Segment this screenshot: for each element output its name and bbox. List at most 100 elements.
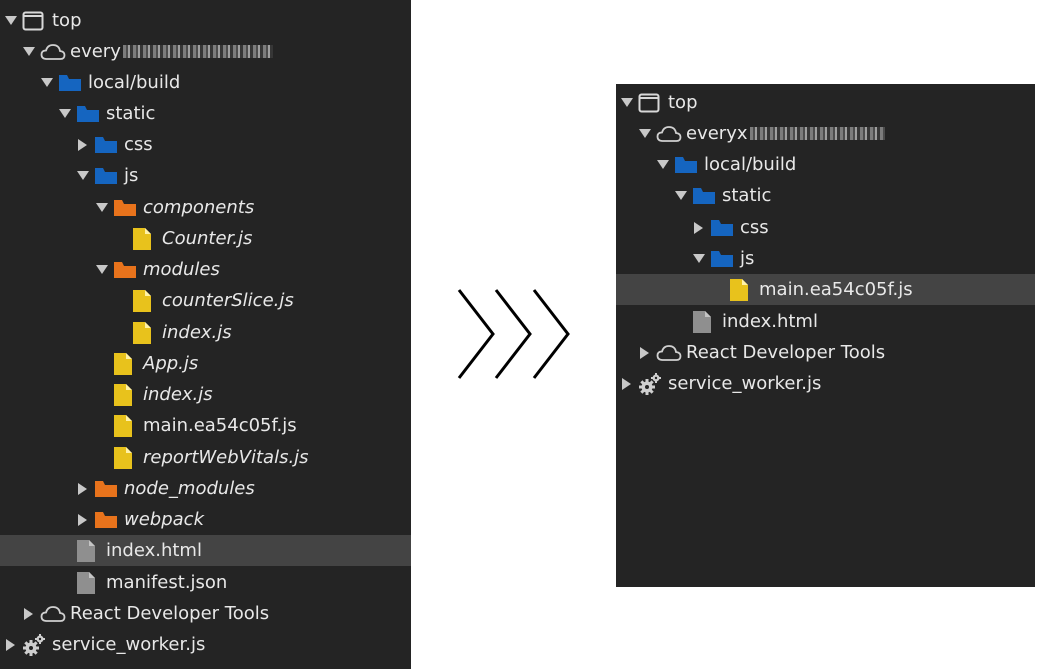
folder-icon xyxy=(113,196,139,220)
tree-row-folder[interactable]: local/build xyxy=(616,149,1035,180)
tree-row-file[interactable]: index.js xyxy=(0,317,411,348)
tree-row-folder[interactable]: js xyxy=(0,160,411,191)
expanded-arrow-icon[interactable] xyxy=(76,169,90,183)
transition-arrows-icon xyxy=(457,289,570,379)
redacted-text xyxy=(749,127,885,140)
tree-label: reportWebVitals.js xyxy=(143,446,309,468)
tree-row-folder[interactable]: js xyxy=(616,243,1035,274)
tree-row-file[interactable]: reportWebVitals.js xyxy=(0,442,411,473)
tree-label: modules xyxy=(143,258,220,280)
collapsed-arrow-icon[interactable] xyxy=(76,138,90,152)
tree-label: counterSlice.js xyxy=(162,289,294,311)
tree-row-origin[interactable]: React Developer Tools xyxy=(0,598,411,629)
tree-row-top[interactable]: top xyxy=(0,5,411,36)
folder-icon xyxy=(76,102,102,126)
tree-row-file[interactable]: manifest.json xyxy=(0,567,411,598)
frame-window-icon xyxy=(22,9,48,33)
gear-icon xyxy=(22,633,48,657)
tree-row-service-worker[interactable]: service_worker.js xyxy=(0,629,411,660)
tree-row-folder[interactable]: css xyxy=(616,212,1035,243)
expanded-arrow-icon[interactable] xyxy=(58,107,72,121)
tree-label: node_modules xyxy=(124,477,255,499)
collapsed-arrow-icon[interactable] xyxy=(638,346,652,360)
tree-row-origin[interactable]: React Developer Tools xyxy=(616,337,1035,368)
tree-label: local/build xyxy=(704,153,797,175)
frame-window-icon xyxy=(638,91,664,115)
file-icon xyxy=(76,571,102,595)
folder-icon xyxy=(692,184,718,208)
tree-label: service_worker.js xyxy=(52,633,206,655)
tree-label: static xyxy=(106,102,156,124)
file-icon xyxy=(113,383,139,407)
tree-label: css xyxy=(124,133,153,155)
tree-label: service_worker.js xyxy=(668,372,822,394)
tree-label: main.ea54c05f.js xyxy=(759,278,913,300)
tree-row-file[interactable]: Counter.js xyxy=(0,223,411,254)
file-icon xyxy=(76,539,102,563)
tree-row-folder[interactable]: node_modules xyxy=(0,473,411,504)
tree-row-file-selected[interactable]: main.ea54c05f.js xyxy=(616,274,1035,305)
tree-label: every xyxy=(70,40,121,62)
tree-row-file[interactable]: main.ea54c05f.js xyxy=(0,410,411,441)
cloud-icon xyxy=(656,341,682,365)
expanded-arrow-icon[interactable] xyxy=(22,45,36,59)
expanded-arrow-icon[interactable] xyxy=(95,263,109,277)
tree-label: Counter.js xyxy=(162,227,253,249)
folder-icon xyxy=(710,247,736,271)
tree-row-folder[interactable]: modules xyxy=(0,254,411,285)
expanded-arrow-icon[interactable] xyxy=(638,127,652,141)
file-icon xyxy=(113,446,139,470)
tree-label: js xyxy=(740,247,755,269)
folder-icon xyxy=(94,508,120,532)
file-icon xyxy=(113,352,139,376)
tree-label: local/build xyxy=(88,71,181,93)
tree-row-folder[interactable]: static xyxy=(0,98,411,129)
file-icon xyxy=(132,321,158,345)
tree-label: top xyxy=(52,9,82,31)
left-tree-panel: top every local/build static css js comp… xyxy=(0,0,411,669)
tree-label: webpack xyxy=(124,508,204,530)
tree-row-folder[interactable]: webpack xyxy=(0,504,411,535)
tree-row-file[interactable]: App.js xyxy=(0,348,411,379)
tree-label: top xyxy=(668,91,698,113)
tree-label: everyx xyxy=(686,122,748,144)
expanded-arrow-icon[interactable] xyxy=(4,14,18,28)
file-icon xyxy=(692,310,718,334)
tree-label: js xyxy=(124,164,139,186)
collapsed-arrow-icon[interactable] xyxy=(76,513,90,527)
tree-row-origin[interactable]: everyx xyxy=(616,118,1035,149)
tree-row-file-selected[interactable]: index.html xyxy=(0,535,411,566)
cloud-icon xyxy=(40,40,66,64)
right-tree-panel: top everyx local/build static css js mai… xyxy=(616,84,1035,587)
expanded-arrow-icon[interactable] xyxy=(620,96,634,110)
expanded-arrow-icon[interactable] xyxy=(40,76,54,90)
tree-row-folder[interactable]: static xyxy=(616,180,1035,211)
tree-row-service-worker[interactable]: service_worker.js xyxy=(616,368,1035,399)
tree-label: React Developer Tools xyxy=(70,602,270,624)
tree-row-file[interactable]: index.js xyxy=(0,379,411,410)
collapsed-arrow-icon[interactable] xyxy=(22,607,36,621)
expanded-arrow-icon[interactable] xyxy=(95,201,109,215)
tree-row-file[interactable]: counterSlice.js xyxy=(0,285,411,316)
tree-label: index.js xyxy=(162,321,232,343)
tree-row-file[interactable]: index.html xyxy=(616,306,1035,337)
folder-icon xyxy=(674,153,700,177)
collapsed-arrow-icon[interactable] xyxy=(692,221,706,235)
file-icon xyxy=(132,289,158,313)
tree-row-origin[interactable]: every xyxy=(0,36,411,67)
expanded-arrow-icon[interactable] xyxy=(656,158,670,172)
cloud-icon xyxy=(656,122,682,146)
file-icon xyxy=(132,227,158,251)
collapsed-arrow-icon[interactable] xyxy=(4,638,18,652)
collapsed-arrow-icon[interactable] xyxy=(76,482,90,496)
tree-label: components xyxy=(143,196,255,218)
redacted-text xyxy=(122,45,273,58)
tree-row-folder[interactable]: components xyxy=(0,192,411,223)
tree-row-folder[interactable]: local/build xyxy=(0,67,411,98)
file-icon xyxy=(113,414,139,438)
tree-row-folder[interactable]: css xyxy=(0,129,411,160)
tree-row-top[interactable]: top xyxy=(616,87,1035,118)
expanded-arrow-icon[interactable] xyxy=(674,189,688,203)
collapsed-arrow-icon[interactable] xyxy=(620,377,634,391)
expanded-arrow-icon[interactable] xyxy=(692,252,706,266)
